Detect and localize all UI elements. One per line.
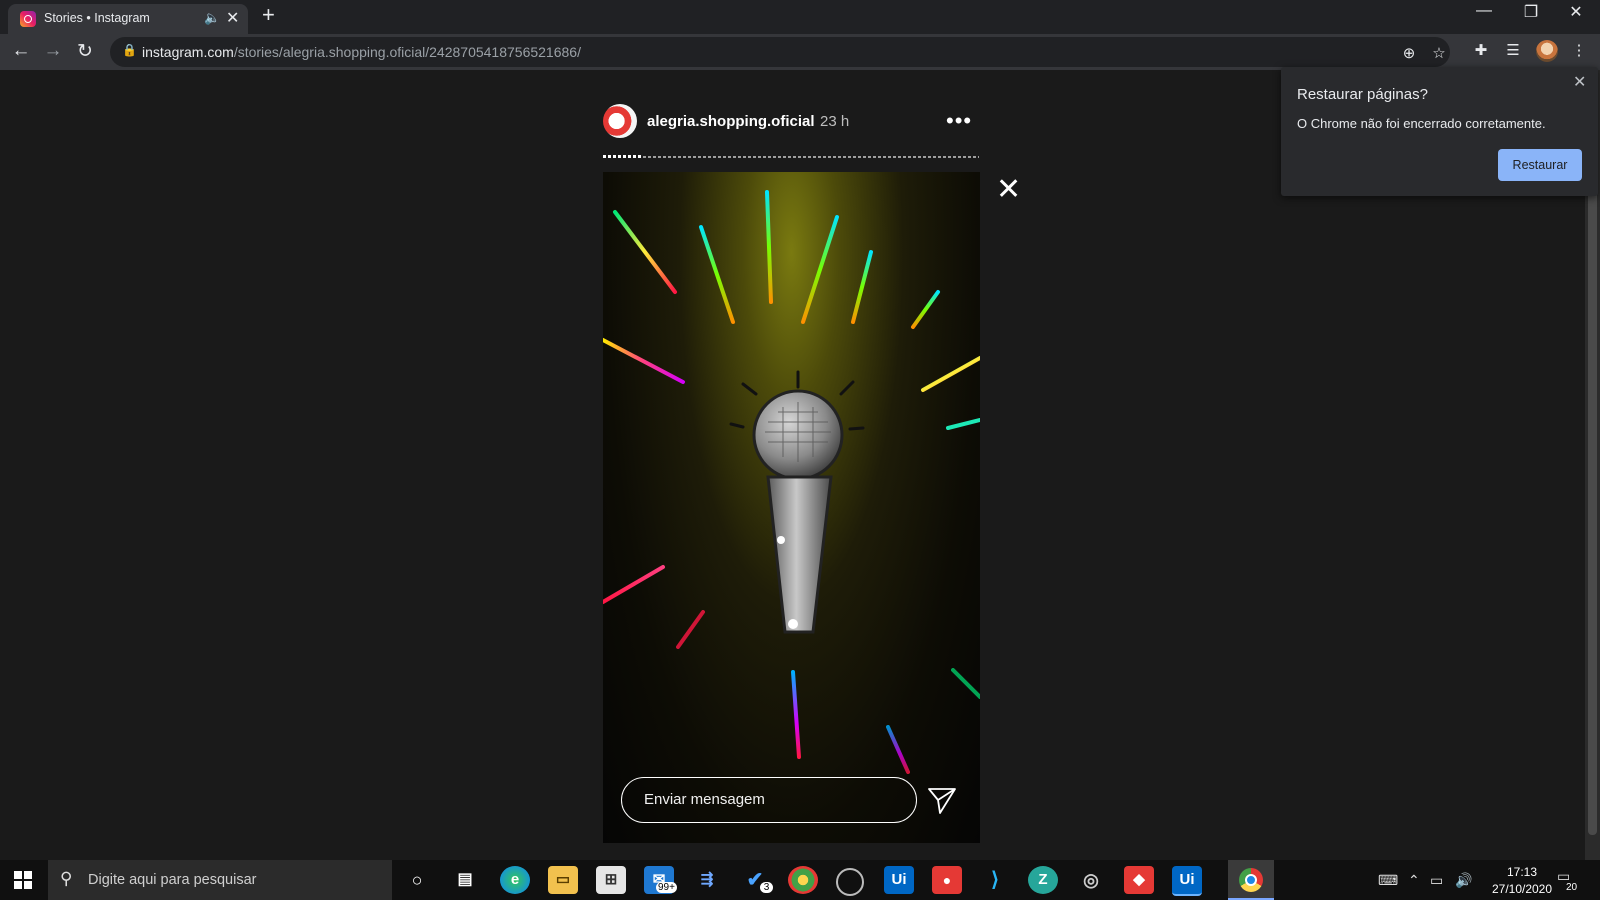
microphone-icon	[603, 190, 980, 774]
uipath-label-1: Ui	[891, 871, 907, 888]
media-control-icon[interactable]: ☰	[1502, 41, 1524, 59]
url-host: instagram.com	[142, 44, 234, 60]
search-icon: ⚲	[60, 869, 73, 888]
back-arrow-icon[interactable]: ←	[8, 40, 34, 62]
todo-badge: 3	[760, 882, 773, 893]
popup-close-button[interactable]: ✕	[1573, 72, 1586, 92]
tray-chevron-icon[interactable]: ⌃	[1408, 872, 1420, 889]
close-window-button[interactable]: ✕	[1556, 2, 1596, 22]
zoom-app-label: Z	[1038, 871, 1048, 888]
chrome-icon	[1239, 868, 1263, 892]
extensions-puzzle-icon[interactable]: ✚	[1470, 41, 1492, 59]
task-view-icon[interactable]: ▤	[450, 866, 480, 894]
story-options-icon[interactable]: •••	[946, 108, 972, 134]
edge-icon[interactable]: e	[500, 866, 530, 894]
instagram-favicon-icon	[20, 11, 36, 27]
close-story-icon[interactable]: ✕	[996, 172, 1021, 207]
restore-pages-popup: Restaurar páginas? O Chrome não foi ence…	[1281, 67, 1598, 196]
story-avatar[interactable]	[603, 104, 637, 138]
popup-title: Restaurar páginas?	[1297, 86, 1428, 103]
browser-toolbar: ← → ↻ 🔒 instagram.com/stories/alegria.sh…	[0, 34, 1600, 70]
obs-icon[interactable]	[836, 868, 864, 896]
zoom-icon[interactable]: ⊕	[1398, 44, 1420, 62]
story-media[interactable]	[603, 172, 980, 843]
new-tab-button[interactable]: +	[262, 2, 275, 28]
reload-icon[interactable]: ↻	[72, 40, 98, 63]
uipath-studio-icon[interactable]: Ui	[884, 866, 914, 894]
windows-start-icon[interactable]	[14, 871, 32, 889]
send-direct-icon[interactable]	[927, 785, 957, 815]
sticky-app-icon[interactable]: ⇶	[692, 866, 722, 894]
story-username[interactable]: alegria.shopping.oficial	[647, 113, 815, 130]
story-progress-track	[603, 156, 979, 158]
address-bar[interactable]: 🔒 instagram.com/stories/alegria.shopping…	[110, 37, 1450, 67]
vscode-icon[interactable]: ⟩	[980, 866, 1010, 894]
taskbar-search-box[interactable]: ⚲ Digite aqui para pesquisar	[48, 860, 392, 900]
tab-strip: Stories • Instagram 🔈 ✕ + — ❐ ✕	[0, 0, 1600, 34]
chrome-alt-icon[interactable]	[788, 866, 818, 894]
popup-message: O Chrome não foi encerrado corretamente.	[1297, 116, 1546, 131]
tab-instagram-stories[interactable]: Stories • Instagram 🔈 ✕	[8, 4, 248, 34]
volume-icon[interactable]: 🔊	[1455, 872, 1472, 889]
story-progress-fill	[603, 155, 641, 158]
zoom-app-icon[interactable]: Z	[1028, 866, 1058, 894]
uipath-label-2: Ui	[1179, 871, 1195, 888]
notification-count: 20	[1566, 882, 1578, 893]
mail-badge: 99+	[656, 882, 677, 893]
forward-arrow-icon[interactable]: →	[40, 40, 66, 62]
tab-close-button[interactable]: ✕	[226, 8, 239, 28]
restore-button[interactable]: Restaurar	[1498, 149, 1582, 181]
clock-date[interactable]: 27/10/2020	[1482, 882, 1562, 896]
windows-taskbar: ⚲ Digite aqui para pesquisar ○ ▤ e ▭ ⊞ ✉…	[0, 860, 1600, 900]
tab-title: Stories • Instagram	[44, 11, 150, 25]
camera-app-icon[interactable]: ◎	[1076, 866, 1106, 894]
url-path: /stories/alegria.shopping.oficial/242870…	[233, 44, 581, 60]
clock-time[interactable]: 17:13	[1497, 865, 1547, 879]
lock-icon[interactable]: 🔒	[122, 43, 137, 57]
search-placeholder: Digite aqui para pesquisar	[88, 872, 257, 888]
chrome-menu-icon[interactable]: ⋮	[1568, 41, 1590, 59]
keyboard-icon[interactable]: ⌨	[1378, 872, 1398, 889]
screen-recorder-icon[interactable]: ●	[932, 866, 962, 894]
restore-window-button[interactable]: ❐	[1511, 2, 1551, 22]
profile-avatar[interactable]	[1536, 40, 1558, 62]
story-time: 23 h	[820, 113, 850, 130]
message-input[interactable]: Enviar mensagem	[621, 777, 917, 823]
bookmark-star-icon[interactable]: ☆	[1428, 44, 1450, 62]
network-icon[interactable]: ▭	[1430, 872, 1443, 889]
message-placeholder: Enviar mensagem	[644, 791, 765, 808]
file-explorer-icon[interactable]: ▭	[548, 866, 578, 894]
url-text[interactable]: instagram.com/stories/alegria.shopping.o…	[142, 44, 581, 60]
chrome-active-button[interactable]	[1228, 860, 1274, 900]
cortana-icon[interactable]: ○	[402, 866, 432, 894]
store-icon[interactable]: ⊞	[596, 866, 626, 894]
speaker-icon[interactable]: 🔈	[204, 10, 220, 26]
uipath-assistant-icon[interactable]: Ui	[1172, 866, 1202, 896]
anydesk-icon[interactable]: ◆	[1124, 866, 1154, 894]
minimize-button[interactable]: —	[1464, 2, 1504, 20]
